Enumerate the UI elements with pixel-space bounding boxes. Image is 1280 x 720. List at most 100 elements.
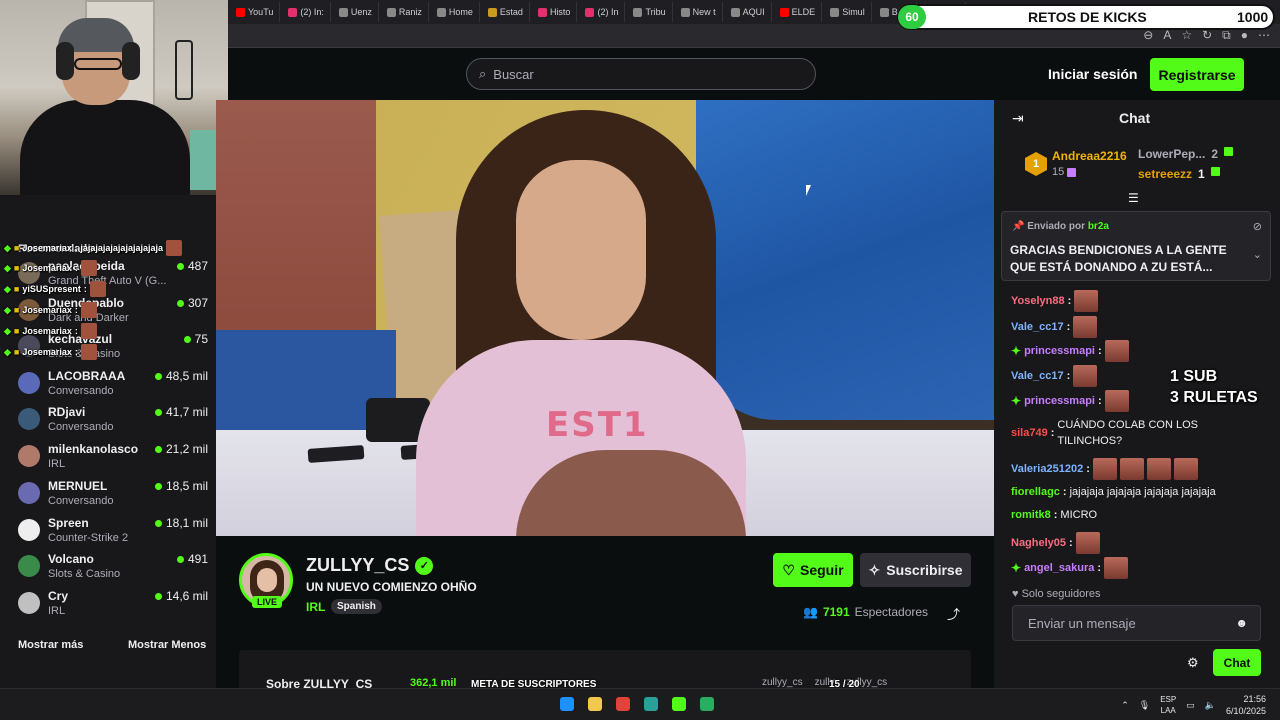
stream-category-link[interactable]: IRL xyxy=(306,600,325,614)
chat-username[interactable]: Naghely05 xyxy=(1011,537,1066,549)
follow-button[interactable]: ♡ Seguir xyxy=(773,553,853,587)
collapse-chat-icon[interactable]: ⇥ xyxy=(1012,110,1024,127)
browser-tab[interactable]: Home xyxy=(431,2,480,22)
read-aloud-icon[interactable]: A xyxy=(1163,28,1171,43)
zoom-icon[interactable]: ⊖ xyxy=(1143,28,1153,43)
channel-avatar xyxy=(18,519,40,541)
pinned-message[interactable]: 📌 Enviado por br2a GRACIAS BENDICIONES A… xyxy=(1001,211,1271,281)
first-count-value: 15 xyxy=(1052,166,1065,178)
chat-message-input[interactable]: Enviar un mensaje ☻ xyxy=(1012,605,1261,641)
volume-icon[interactable]: 🔈 xyxy=(1205,700,1216,711)
chat-message[interactable]: Vale_cc17: xyxy=(1011,365,1098,387)
app-icon[interactable] xyxy=(700,697,714,711)
channel-name: MERNUEL xyxy=(48,479,108,493)
tab-favicon-icon xyxy=(236,7,245,17)
share-icon[interactable]: ⤴ xyxy=(947,604,960,623)
language-tag[interactable]: Spanish xyxy=(331,599,382,614)
send-chat-button[interactable]: Chat xyxy=(1213,649,1261,676)
chat-username[interactable]: Valeria251202 xyxy=(1011,463,1083,475)
chat-message[interactable]: ✦ princessmapi: xyxy=(1011,390,1129,412)
app-icon[interactable] xyxy=(616,697,630,711)
favorite-star-icon[interactable]: ☆ xyxy=(1181,28,1192,43)
browser-tab[interactable]: Uenz xyxy=(333,2,379,22)
gift-icon xyxy=(1067,167,1077,177)
chat-message[interactable]: sila749: CUÁNDO COLAB CON LOS TILINCHOS? xyxy=(1011,417,1247,449)
show-less-button[interactable]: Mostrar Menos xyxy=(128,639,206,651)
pinned-by-prefix: Enviado por xyxy=(1027,221,1086,232)
register-button[interactable]: Registrarse xyxy=(1150,58,1244,91)
chat-username[interactable]: angel_sakura xyxy=(1024,562,1094,574)
refresh-icon[interactable]: ↻ xyxy=(1202,28,1212,43)
search-input[interactable]: ⌕ Buscar xyxy=(466,58,816,90)
sidebar-channel[interactable]: RDjavi Conversando 41,7 mil xyxy=(18,405,208,439)
pinned-by: 📌 Enviado por br2a xyxy=(1012,221,1109,232)
browser-tab[interactable]: Histo xyxy=(532,2,578,22)
app-icon[interactable] xyxy=(672,697,686,711)
gear-icon[interactable]: ⚙ xyxy=(1187,655,1199,671)
browser-tab[interactable]: New t xyxy=(675,2,723,22)
browser-tab[interactable]: Raniz xyxy=(381,2,429,22)
chat-username[interactable]: princessmapi xyxy=(1024,345,1095,357)
sidebar-channel[interactable]: Cry IRL 14,6 mil xyxy=(18,589,208,623)
tab-label: New t xyxy=(692,7,716,17)
webcam-headset-right xyxy=(122,42,140,80)
emoji-icon[interactable]: ☻ xyxy=(1235,616,1248,630)
browser-tab[interactable]: (2) In xyxy=(579,2,626,22)
show-more-button[interactable]: Mostrar más xyxy=(18,639,83,651)
browser-tab[interactable]: YouTu xyxy=(230,2,281,22)
leaderboard-second[interactable]: LowerPep... 2 xyxy=(1138,147,1234,161)
chat-message[interactable]: Vale_cc17: xyxy=(1011,316,1098,338)
more-menu-icon[interactable]: ⋯ xyxy=(1258,28,1270,43)
chat-message[interactable]: romitk8: MICRO xyxy=(1011,509,1097,521)
hide-pinned-icon[interactable]: ⊘ xyxy=(1253,220,1262,233)
browser-tab[interactable]: (2) In: xyxy=(282,2,331,22)
browser-tab[interactable]: Estad xyxy=(482,2,530,22)
taskbar-apps xyxy=(560,697,714,711)
chat-message[interactable]: Naghely05: xyxy=(1011,532,1100,554)
subscribe-button[interactable]: ✧ Suscribirse xyxy=(860,553,971,587)
chat-username[interactable]: Vale_cc17 xyxy=(1011,321,1064,333)
leaderboard-second-count: 2 xyxy=(1211,147,1219,161)
browser-tab[interactable]: AQUI xyxy=(725,2,772,22)
streamer-name[interactable]: ZULLYY_CS ✓ xyxy=(306,555,434,576)
chat-message[interactable]: Yoselyn88: xyxy=(1011,290,1099,312)
chat-username[interactable]: fiorellagc xyxy=(1011,486,1060,498)
sidebar-channel[interactable]: MERNUEL Conversando 18,5 mil xyxy=(18,479,208,513)
chat-username[interactable]: Yoselyn88 xyxy=(1011,295,1065,307)
sidebar-channel[interactable]: Volcano Slots & Casino 491 xyxy=(18,552,208,586)
clock[interactable]: 21:56 6/10/2025 xyxy=(1226,693,1266,717)
browser-tab[interactable]: Tribu xyxy=(627,2,673,22)
browser-tab[interactable]: ELDE xyxy=(774,2,823,22)
login-button[interactable]: Iniciar sesión xyxy=(1048,66,1137,82)
sidebar-channel[interactable]: milenkanolasco IRL 21,2 mil xyxy=(18,442,208,476)
chat-username[interactable]: Vale_cc17 xyxy=(1011,370,1064,382)
chat-message[interactable]: Valeria251202: xyxy=(1011,458,1198,480)
chat-message[interactable]: ✦ princessmapi: xyxy=(1011,340,1129,362)
chat-filter-icon[interactable]: ☰ xyxy=(1128,191,1139,205)
chat-title: Chat xyxy=(1119,110,1151,126)
chevron-up-icon[interactable]: ⌃ xyxy=(1121,700,1129,711)
collections-icon[interactable]: ⧉ xyxy=(1222,28,1231,43)
chat-message[interactable]: fiorellagc: jajajaja jajajaja jajajaja ja… xyxy=(1011,484,1260,500)
chat-message[interactable]: ✦ angel_sakura: xyxy=(1011,557,1129,579)
mic-icon[interactable]: 🎙 xyxy=(1139,700,1150,711)
chevron-down-icon[interactable]: ⌄ xyxy=(1253,248,1262,261)
sidebar-channel[interactable]: Spreen Counter-Strike 2 18,1 mil xyxy=(18,516,208,550)
video-player[interactable]: EST1 xyxy=(216,100,994,536)
monitor-icon[interactable]: ▭ xyxy=(1186,700,1195,711)
edge-icon[interactable] xyxy=(644,697,658,711)
file-explorer-icon[interactable] xyxy=(588,697,602,711)
chat-username[interactable]: romitk8 xyxy=(1011,509,1051,521)
tab-favicon-icon xyxy=(537,7,547,17)
windows-start-icon[interactable] xyxy=(560,697,574,711)
live-dot-icon xyxy=(154,408,162,416)
chat-username[interactable]: sila749 xyxy=(1011,427,1048,439)
language-indicator[interactable]: ESP LAA xyxy=(1160,694,1176,716)
leaderboard-third[interactable]: setreeezz 1 xyxy=(1138,167,1220,181)
browser-tab[interactable]: Simul xyxy=(824,2,872,22)
profile-icon[interactable]: ● xyxy=(1241,28,1248,43)
sidebar-channel[interactable]: LACOBRAAA Conversando 48,5 mil xyxy=(18,369,208,403)
chat-username[interactable]: princessmapi xyxy=(1024,395,1095,407)
leaderboard-first-user[interactable]: Andreaa2216 xyxy=(1052,149,1127,163)
instagram-link[interactable]: zullyy_cs xyxy=(762,677,803,688)
